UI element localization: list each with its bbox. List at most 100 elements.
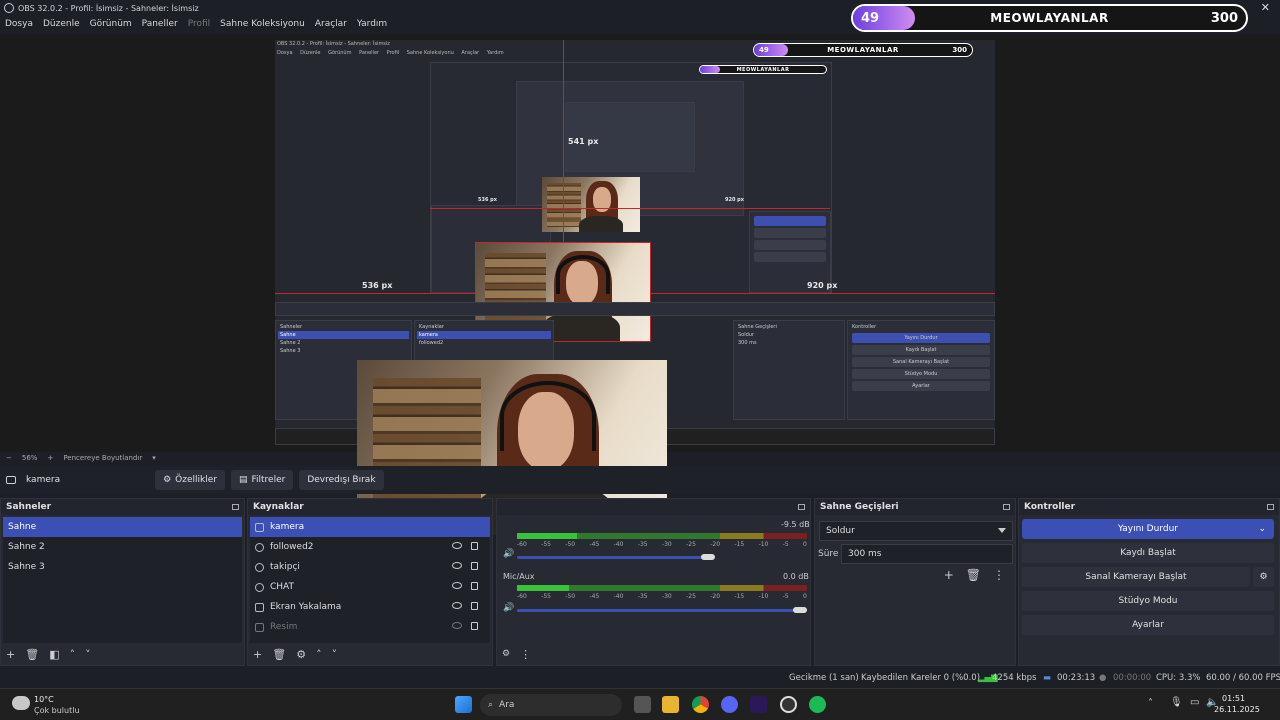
chevron-up-icon[interactable]: ˄ — [1148, 698, 1153, 709]
track2-volume-slider[interactable] — [517, 609, 807, 612]
source-item[interactable]: kamera — [250, 517, 490, 537]
volume-icon[interactable]: 🔊 — [503, 603, 514, 613]
lock-icon[interactable] — [471, 602, 478, 610]
scale-tick: -15 — [734, 541, 745, 548]
trash-icon[interactable]: 🗑 — [272, 648, 286, 661]
clock-time[interactable]: 01:51 — [1222, 694, 1245, 703]
virtual-camera-settings-button[interactable]: ⚙ — [1253, 567, 1274, 587]
properties-button[interactable]: ⚙ Özellikler — [155, 470, 225, 490]
menu-scene-collection[interactable]: Sahne Koleksiyonu — [220, 19, 305, 29]
camera-icon — [255, 522, 264, 532]
trash-icon[interactable]: 🗑 — [966, 568, 981, 582]
trash-icon[interactable]: 🗑 — [25, 648, 39, 661]
stop-stream-button[interactable]: Yayını Durdur ⌄ — [1022, 519, 1274, 539]
track1-volume-knob[interactable] — [701, 554, 715, 560]
menu-view[interactable]: Görünüm — [90, 19, 132, 29]
filters-button[interactable]: ▤ Filtreler — [230, 470, 294, 490]
file-explorer-icon[interactable] — [662, 696, 679, 713]
source-item-label: kamera — [270, 522, 305, 532]
close-icon[interactable]: ✕ — [1261, 1, 1270, 14]
chevron-down-icon[interactable]: ˅ — [85, 648, 91, 661]
source-item[interactable]: Ekran Yakalama — [250, 597, 490, 617]
inner-menu-item: Paneller — [359, 50, 380, 56]
chevron-down-icon[interactable]: ▾ — [152, 454, 156, 462]
scale-tick: -50 — [565, 541, 576, 548]
float-icon[interactable] — [1003, 504, 1010, 510]
eye-icon[interactable] — [452, 542, 462, 549]
network-icon[interactable]: ▭ — [1190, 697, 1199, 708]
float-icon[interactable] — [798, 504, 805, 510]
lock-icon[interactable] — [471, 562, 478, 570]
filters-label: Filtreler — [251, 475, 286, 485]
clock-date[interactable]: 26.11.2025 — [1214, 705, 1260, 714]
inner-transitions-header: Sahne Geçişleri — [738, 324, 777, 330]
chevron-down-icon[interactable]: ˅ — [332, 648, 338, 661]
studio-mode-button[interactable]: Stüdyo Modu — [1022, 591, 1274, 611]
obs-icon[interactable] — [780, 696, 797, 713]
globe-icon — [255, 582, 264, 592]
scene-item[interactable]: Sahne 2 — [3, 537, 242, 557]
eye-icon[interactable] — [452, 602, 462, 609]
source-item[interactable]: Resim — [250, 617, 490, 637]
gear-icon[interactable]: ⚙ — [296, 648, 306, 661]
windows-start-icon[interactable] — [455, 696, 472, 713]
lock-icon[interactable] — [471, 542, 478, 550]
inner-menu: Dosya Düzenle Görünüm Paneller Profil Sa… — [277, 50, 510, 56]
start-record-button[interactable]: Kaydı Başlat — [1022, 543, 1274, 563]
scenes-footer: + 🗑 ◧ ˄ ˅ — [1, 645, 244, 663]
discord-icon[interactable] — [721, 696, 738, 713]
px-label-inner-left: 536 px — [478, 197, 497, 203]
chevron-up-icon[interactable]: ˄ — [316, 648, 322, 661]
source-item[interactable]: takipçi — [250, 557, 490, 577]
more-options-icon[interactable]: ⋮ — [520, 648, 531, 661]
menu-tools[interactable]: Araçlar — [315, 19, 347, 29]
filter-icon[interactable]: ◧ — [49, 648, 59, 661]
float-icon[interactable] — [232, 504, 239, 510]
start-virtual-camera-button[interactable]: Sanal Kamerayı Başlat — [1022, 567, 1250, 587]
chevron-up-icon[interactable]: ˄ — [70, 648, 76, 661]
volume-icon[interactable]: 🔊 — [503, 549, 514, 559]
chevron-down-icon[interactable]: ⌄ — [1258, 524, 1266, 534]
menu-profile[interactable]: Profil — [188, 19, 210, 29]
source-item[interactable]: followed2 — [250, 537, 490, 557]
chrome-icon[interactable] — [692, 696, 709, 713]
source-item[interactable]: CHAT — [250, 577, 490, 597]
eye-hidden-icon[interactable] — [452, 622, 462, 629]
track2-volume-knob[interactable] — [793, 607, 807, 613]
float-icon[interactable] — [1267, 504, 1274, 510]
scene-item[interactable]: Sahne — [3, 517, 242, 537]
nested-stop-btn — [754, 216, 826, 226]
spotify-icon[interactable] — [809, 696, 826, 713]
weather-icon[interactable] — [12, 696, 30, 710]
duration-input[interactable]: 300 ms — [841, 544, 1013, 564]
more-options-icon[interactable]: ⋮ — [993, 568, 1005, 582]
menu-file[interactable]: Dosya — [5, 19, 33, 29]
zoom-in-button[interactable]: + — [47, 454, 53, 462]
fit-to-window-select[interactable]: Pencereye Boyutlandır — [63, 454, 142, 462]
deactivate-button[interactable]: Devredışı Bırak — [299, 470, 384, 490]
guide-line-v — [563, 40, 564, 242]
settings-button[interactable]: Ayarlar — [1022, 615, 1274, 635]
scene-item[interactable]: Sahne 3 — [3, 557, 242, 577]
add-icon[interactable]: + — [6, 648, 15, 661]
eye-icon[interactable] — [452, 582, 462, 589]
scale-tick: -20 — [710, 541, 721, 548]
zoom-out-button[interactable]: − — [6, 454, 12, 462]
track1-volume-slider[interactable] — [517, 556, 715, 559]
settings-icon[interactable]: ⚙ — [502, 649, 510, 659]
microphone-icon[interactable]: 🎙 — [1170, 697, 1183, 708]
eye-icon[interactable] — [452, 562, 462, 569]
transition-type-select[interactable]: Soldur — [819, 521, 1013, 541]
premiere-icon[interactable] — [750, 696, 767, 713]
taskbar-search[interactable]: ⌕ Ara — [480, 694, 622, 716]
task-view-icon[interactable] — [634, 696, 651, 713]
menu-docks[interactable]: Paneller — [142, 19, 178, 29]
inner-menu-item: Düzenle — [300, 50, 321, 56]
add-icon[interactable]: + — [253, 648, 262, 661]
menu-help[interactable]: Yardım — [357, 19, 387, 29]
lock-icon[interactable] — [471, 582, 478, 590]
menu-edit[interactable]: Düzenle — [43, 19, 80, 29]
source-item-label: Resim — [270, 622, 298, 632]
lock-icon[interactable] — [471, 622, 478, 630]
add-icon[interactable]: + — [944, 568, 954, 582]
